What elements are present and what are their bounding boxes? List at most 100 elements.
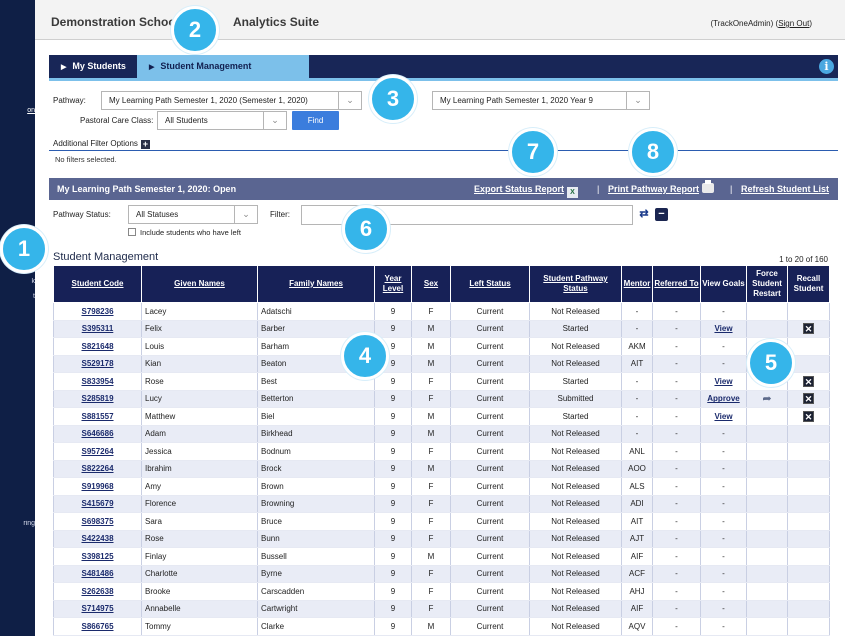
minus-icon[interactable]: − (655, 208, 668, 221)
student-code-link[interactable]: S422438 (81, 534, 113, 543)
cell-restart (746, 565, 788, 583)
table-row: S395311 Felix Barber 9 M Current Started - - View… (53, 320, 830, 338)
cell-family: Browning (257, 495, 375, 513)
cell-view: - (700, 530, 747, 548)
close-icon[interactable]: ✕ (803, 410, 814, 422)
cell-mentor: ACF (621, 565, 653, 583)
no-filters-text: No filters selected. (55, 155, 117, 164)
cell-mentor: - (621, 390, 653, 408)
play-arrow-icon: ▶ (149, 64, 155, 71)
cell-family: Biel (257, 407, 375, 426)
pathway-year-select[interactable]: My Learning Path Semester 1, 2020 Year 9… (432, 91, 650, 110)
column-header[interactable]: Student Code (53, 265, 142, 303)
sidebar-link-fragment[interactable]: t (0, 293, 35, 300)
cell-family: Birkhead (257, 425, 375, 443)
pathway-select[interactable]: My Learning Path Semester 1, 2020 (Semes… (101, 91, 362, 110)
print-pathway-report-link[interactable]: Print Pathway Report (608, 178, 715, 200)
refresh-student-list-link[interactable]: Refresh Student List (741, 178, 829, 200)
sidebar-link-fragment[interactable]: on (0, 107, 35, 114)
cell-view: - (700, 477, 747, 496)
cell-given: Finlay (141, 547, 258, 566)
column-header[interactable]: Family Names (257, 265, 375, 303)
table-row: S422438 Rose Bunn 9 F Current Not Released AJT -… (53, 530, 830, 548)
student-code-link[interactable]: S714975 (81, 604, 113, 613)
cell-view: - (700, 442, 747, 461)
sign-out-link[interactable]: Sign Out (778, 19, 809, 28)
view-goals-link[interactable]: View (714, 412, 732, 421)
callout-badge: 4 (341, 332, 389, 380)
student-code-link[interactable]: S881557 (81, 412, 113, 421)
cell-referred: - (652, 407, 701, 426)
student-code-link[interactable]: S833954 (81, 377, 113, 386)
student-code-link[interactable]: S646686 (81, 429, 113, 438)
student-code-link[interactable]: S957264 (81, 447, 113, 456)
cell-referred: - (652, 512, 701, 531)
cell-given: Tommy (141, 617, 258, 636)
view-goals-link[interactable]: View (714, 377, 732, 386)
forward-arrow-icon[interactable]: ➦ (762, 393, 771, 405)
column-header[interactable]: Left Status (450, 265, 530, 303)
column-header[interactable]: Student Pathway Status (529, 265, 622, 303)
cell-given: Sara (141, 512, 258, 531)
include-left-checkbox[interactable] (128, 228, 136, 236)
cell-status: Not Released (529, 530, 622, 548)
column-header[interactable]: Mentor (621, 265, 653, 303)
table-row: S415679 Florence Browning 9 F Current Not Rele… (53, 495, 830, 513)
view-goals-link[interactable]: View (714, 324, 732, 333)
cell-code: S821648 (53, 337, 142, 356)
cell-mentor: ADI (621, 495, 653, 513)
cell-restart (746, 407, 788, 426)
sidebar-link-fragment[interactable]: k (0, 278, 36, 285)
close-icon[interactable]: ✕ (803, 323, 814, 335)
app-header: Demonstration School Analytics Suite (Tra… (35, 0, 845, 40)
student-code-link[interactable]: S529178 (81, 359, 113, 368)
approve-link[interactable]: Approve (707, 394, 739, 403)
student-code-link[interactable]: S395311 (82, 324, 114, 333)
plus-icon[interactable]: + (140, 140, 150, 149)
student-table: Student Code Given Names Family Names Year … (53, 265, 830, 636)
cell-family: Adatschi (257, 302, 375, 321)
callout-badge: 5 (747, 339, 795, 387)
cell-referred: - (652, 565, 701, 583)
column-header[interactable]: Given Names (141, 265, 258, 303)
table-row: S262638 Brooke Carscadden 9 F Current Not Rele… (53, 582, 830, 601)
student-code-link[interactable]: S398125 (81, 552, 113, 561)
student-code-link[interactable]: S285819 (81, 394, 113, 403)
student-code-link[interactable]: S798236 (81, 307, 113, 316)
cell-given: Felix (141, 320, 258, 338)
pathway-status-label: Pathway Status: (53, 210, 111, 219)
cell-given: Charlotte (141, 565, 258, 583)
column-header[interactable]: Referred To (652, 265, 701, 303)
cell-sex: F (411, 600, 451, 618)
close-icon[interactable]: ✕ (803, 393, 814, 405)
student-code-link[interactable]: S822264 (81, 464, 113, 473)
callout-badge: 1 (0, 225, 48, 273)
student-code-link[interactable]: S866765 (81, 622, 113, 631)
student-code-link[interactable]: S481486 (81, 569, 113, 578)
additional-filter-options[interactable]: Additional Filter Options + (53, 139, 150, 149)
table-header-row: Student Code Given Names Family Names Year … (53, 265, 830, 303)
close-icon[interactable]: ✕ (803, 375, 814, 387)
info-icon[interactable]: i (819, 59, 834, 74)
student-code-link[interactable]: S415679 (81, 499, 113, 508)
cell-year: 9 (374, 407, 412, 426)
callout-badge: 3 (369, 75, 417, 123)
pastoral-care-select[interactable]: All Students ⌄ (157, 111, 287, 130)
tab-my-students[interactable]: ▶ My Students (49, 55, 135, 78)
sidebar-link-fragment[interactable]: ring (0, 520, 35, 527)
column-header[interactable]: Sex (411, 265, 451, 303)
student-code-link[interactable]: S821648 (81, 342, 113, 351)
refresh-icon[interactable]: ⇄ (637, 207, 651, 221)
cell-mentor: AHJ (621, 582, 653, 601)
student-code-link[interactable]: S262638 (81, 587, 113, 596)
cell-recall (787, 617, 830, 636)
pathway-status-select[interactable]: All Statuses ⌄ (128, 205, 258, 224)
cell-code: S415679 (53, 495, 142, 513)
export-status-report-link[interactable]: Export Status Report X (474, 178, 579, 200)
find-button[interactable]: Find (292, 111, 339, 130)
tab-student-management[interactable]: ▶ Student Management (137, 55, 309, 78)
cell-sex: F (411, 302, 451, 321)
column-header[interactable]: Year Level (374, 265, 412, 303)
student-code-link[interactable]: S919968 (81, 482, 113, 491)
student-code-link[interactable]: S698375 (81, 517, 113, 526)
